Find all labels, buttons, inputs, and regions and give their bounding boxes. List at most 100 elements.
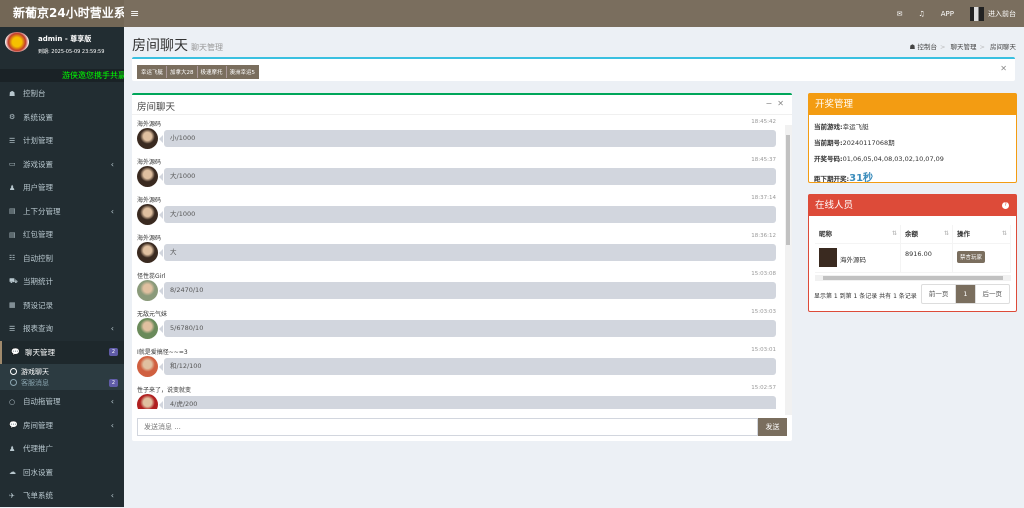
message-input[interactable] (137, 418, 758, 436)
breadcrumb-home[interactable]: 控制台 (917, 43, 937, 51)
menu-icon: ⛟ (9, 277, 18, 286)
user-expire: 到期: 2025-05-09 23:59:59 (38, 49, 105, 55)
table-h-scrollbar[interactable] (815, 275, 1011, 281)
message-bubble: 4/虎/200 (159, 396, 776, 409)
sidebar-item-9[interactable]: ▦ 预设记录 (0, 294, 124, 318)
message-bubble: 大/1000 (159, 168, 776, 185)
sender-avatar (137, 318, 158, 339)
page-1-button[interactable]: 1 (956, 285, 976, 303)
sidebar-item-label: 飞单系统 (23, 491, 53, 501)
sidebar-item-4[interactable]: ♟ 用户管理 (0, 176, 124, 200)
mail-icon[interactable]: ✉ (897, 10, 903, 18)
next-page-button[interactable]: 后一页 (976, 285, 1010, 303)
sidebar-item-16[interactable]: ✈ 飞单系统 ‹ (0, 484, 124, 508)
top-navbar: 新葡京24小时营业系 ≡ ✉ ♫ APP 进入前台 (0, 0, 1024, 27)
col-nickname[interactable]: 昵称 ⇅ (815, 225, 901, 243)
sidebar-item-14[interactable]: ♟ 代理推广 (0, 437, 124, 461)
chat-title: 房间聊天 (137, 102, 176, 113)
message-time: 18:37:14 (751, 195, 776, 201)
hamburger-icon[interactable]: ≡ (130, 7, 139, 20)
chat-message: 无敌元气妹 15:03:03 5/6780/10 (132, 307, 784, 345)
sidebar-item-12[interactable]: ○ 自动拖管理 ‹ (0, 390, 124, 414)
prev-page-button[interactable]: 前一页 (922, 285, 957, 303)
sender-avatar (137, 280, 158, 301)
chat-message: 海外源码 18:45:42 小/1000 (132, 117, 784, 155)
sidebar: admin - 尊享版 到期: 2025-05-09 23:59:59 游侠邀您… (0, 27, 124, 507)
message-time: 15:03:08 (751, 271, 776, 277)
sidebar-item-label: 用户管理 (23, 183, 53, 193)
sidebar-item-0[interactable]: ☗ 控制台 (0, 82, 124, 106)
sender-name: 无敌元气妹 (137, 311, 168, 318)
chat-box: 房间聊天 − ✕ 海外源码 18:45:42 小/1000 海外源码 18:45:37 大… (132, 93, 792, 441)
message-time: 18:45:42 (751, 119, 776, 125)
col-action[interactable]: 操作 ⇅ (953, 225, 1011, 243)
online-panel: 在线人员? 昵称 ⇅ 余额 ⇅ 操作 ⇅ 海外源码 8916.00 禁言玩家 显示第 … (808, 194, 1017, 312)
page-title: 房间聊天 聊天管理 (132, 38, 223, 54)
chat-scrollbar[interactable] (785, 125, 792, 415)
message-time: 18:36:12 (751, 233, 776, 239)
game-tab-1[interactable]: 加拿大28 (167, 66, 198, 78)
chat-message: 海外源码 18:37:14 大/1000 (132, 193, 784, 231)
menu-icon: ✈ (9, 491, 15, 500)
sidebar-item-11[interactable]: 💬 聊天管理 2 (0, 340, 124, 364)
col-balance[interactable]: 余额 ⇅ (901, 225, 953, 243)
current-game: 幸运飞艇 (842, 123, 869, 131)
game-tab-3[interactable]: 澳洲幸运5 (227, 66, 259, 78)
app-link[interactable]: APP (941, 10, 954, 18)
sidebar-item-7[interactable]: ☷ 自动控制 (0, 247, 124, 271)
sidebar-item-label: 游戏设置 (23, 159, 53, 169)
message-bubble: 5/6780/10 (159, 320, 776, 337)
sender-name: 性子来了，说变就变 (137, 387, 192, 394)
minimize-icon[interactable]: − (766, 99, 773, 108)
draw-title: 开奖管理 (809, 94, 1016, 115)
sender-avatar (137, 394, 158, 409)
sidebar-item-8[interactable]: ⛟ 当期统计 (0, 270, 124, 294)
close-icon[interactable]: ✕ (1000, 64, 1007, 73)
sender-avatar (137, 356, 158, 377)
sidebar-item-3[interactable]: ▭ 游戏设置 ‹ (0, 153, 124, 177)
sidebar-item-15[interactable]: ☁ 回水设置 (0, 461, 124, 485)
online-table: 昵称 ⇅ 余额 ⇅ 操作 ⇅ 海外源码 8916.00 禁言玩家 (815, 225, 1011, 273)
sidebar-item-10[interactable]: ☰ 报表查询 ‹ (0, 317, 124, 341)
sidebar-item-6[interactable]: ▤ 红包管理 (0, 223, 124, 247)
qr-code-icon (970, 6, 984, 21)
submenu-item-1[interactable]: 客服消息 2 (0, 377, 124, 388)
circle-icon (10, 379, 17, 386)
submenu-item-0[interactable]: 游戏聊天 (0, 366, 124, 377)
user-panel: admin - 尊享版 到期: 2025-05-09 23:59:59 (0, 27, 124, 69)
sidebar-item-1[interactable]: ⚙ 系统设置 (0, 106, 124, 130)
breadcrumb-chat[interactable]: 聊天管理 (950, 43, 976, 51)
sidebar-item-2[interactable]: ☰ 计划管理 (0, 129, 124, 153)
sidebar-item-5[interactable]: ▤ 上下分管理 ‹ (0, 200, 124, 224)
help-icon[interactable]: ? (1002, 202, 1009, 209)
sender-name: I就是爱搞怪~~=3 (137, 349, 188, 356)
enter-front-link[interactable]: 进入前台 (970, 6, 1016, 21)
game-tabs: 幸运飞艇 加拿大28 极速摩托 澳洲幸运5 (137, 65, 260, 79)
sidebar-item-13[interactable]: 💬 房间管理 ‹ (0, 414, 124, 438)
game-tab-0[interactable]: 幸运飞艇 (138, 66, 168, 78)
message-bubble: 大 (159, 244, 776, 261)
table-row: 海外源码 8916.00 禁言玩家 (815, 244, 1011, 273)
user-name: admin - 尊享版 (38, 35, 92, 43)
sender-avatar (137, 128, 158, 149)
send-button[interactable]: 发送 (758, 418, 787, 436)
message-time: 15:03:01 (751, 347, 776, 353)
menu-icon: ☷ (9, 254, 16, 263)
chevron-left-icon: ‹ (110, 206, 114, 216)
sidebar-item-label: 聊天管理 (25, 347, 55, 357)
message-time: 15:03:03 (751, 309, 776, 315)
menu-icon: ☗ (9, 89, 16, 98)
app-logo[interactable]: 新葡京24小时营业系 (0, 0, 124, 27)
bell-icon[interactable]: ♫ (918, 10, 924, 18)
mute-player-button[interactable]: 禁言玩家 (957, 251, 986, 263)
menu-icon: ☁ (9, 468, 16, 477)
close-icon[interactable]: ✕ (777, 99, 784, 108)
menu-icon: ▤ (9, 230, 16, 239)
user-avatar (5, 32, 29, 52)
current-period: 20240117068期 (842, 139, 895, 147)
message-bubble: 大/1000 (159, 206, 776, 223)
sender-name: 海外源码 (137, 197, 162, 204)
game-tab-2[interactable]: 极速摩托 (198, 66, 227, 78)
menu-icon: 💬 (11, 348, 20, 357)
sender-name: 怪性蕊Girl (137, 273, 166, 280)
